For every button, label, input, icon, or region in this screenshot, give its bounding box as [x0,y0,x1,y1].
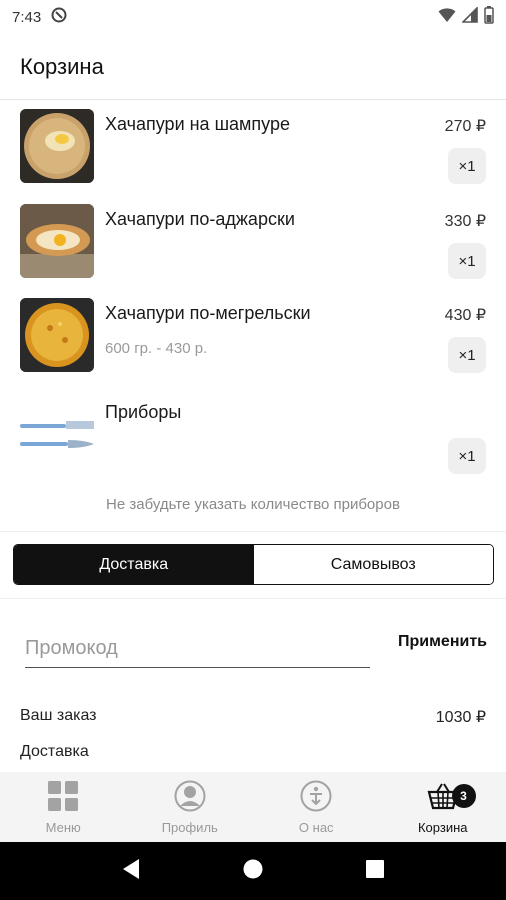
nav-label: Корзина [417,820,468,835]
khachapuri-megrelski-image [20,298,94,372]
cutlery-image [18,414,96,454]
item-price: 270 ₽ [444,118,486,135]
grid-icon [47,780,79,817]
nav-item-profile[interactable]: Профиль [127,772,254,842]
system-nav-bar [0,842,506,900]
bottom-nav: Меню Профиль О нас 3 Корзина [0,772,506,842]
apply-promo-button[interactable]: Применить [398,633,487,651]
quantity-button[interactable]: ×1 [448,438,486,474]
cart-item[interactable]: Хачапури на шампуре 270 ₽ ×1 [0,108,506,198]
divider [0,598,506,599]
cart-item[interactable]: Хачапури по-мегрельски 600 гр. - 430 р. … [0,297,506,387]
item-name: Приборы [105,402,182,422]
item-name: Хачапури по-мегрельски [105,303,311,323]
quantity-button[interactable]: ×1 [448,148,486,184]
delivery-toggle[interactable]: Доставка Самовывоз [13,544,494,585]
cutlery-hint: Не забудьте указать количество приборов [106,496,400,513]
cart-content[interactable]: Хачапури на шампуре 270 ₽ ×1 Хачапури по… [0,100,506,772]
nav-item-about[interactable]: О нас [253,772,380,842]
cart-item[interactable]: Хачапури по-аджарски 330 ₽ ×1 [0,203,506,293]
app-bar: Корзина [0,34,506,100]
item-price: 430 ₽ [444,307,486,324]
nav-label: Профиль [161,820,218,835]
item-price: 330 ₽ [444,213,486,230]
page-title: Корзина [20,53,104,79]
recents-icon[interactable] [365,859,385,884]
khachapuri-shampur-image [20,109,94,183]
nav-item-cart[interactable]: 3 Корзина [380,772,506,842]
cart-count-badge: 3 [451,784,476,808]
order-label: Ваш заказ [20,707,97,724]
nav-label: Меню [45,820,81,835]
pickup-option-button[interactable]: Самовывоз [253,545,493,584]
delivery-option-button[interactable]: Доставка [14,545,254,584]
cart-item-cutlery[interactable]: Приборы ×1 [0,396,506,486]
nav-item-menu[interactable]: Меню [0,772,127,842]
item-subtitle: 600 гр. - 430 р. [105,340,208,357]
item-name: Хачапури на шампуре [105,114,290,134]
about-icon [300,780,332,817]
delivery-row: Доставка [20,743,486,761]
back-icon[interactable] [121,858,141,885]
item-name: Хачапури по-аджарски [105,209,295,229]
battery-icon [484,6,494,28]
status-bar: 7:43 [0,0,506,34]
nav-label: О нас [298,820,334,835]
khachapuri-adjarski-image [20,204,94,278]
divider [0,531,506,532]
quantity-button[interactable]: ×1 [448,337,486,373]
wifi-icon [438,7,456,27]
signal-icon [461,6,478,27]
sync-icon [51,7,67,27]
order-value: 1030 ₽ [435,709,486,726]
quantity-button[interactable]: ×1 [448,243,486,279]
delivery-label: Доставка [20,743,89,760]
status-time: 7:43 [12,8,42,26]
home-icon[interactable] [242,858,264,885]
order-total-row: Ваш заказ 1030 ₽ [20,707,486,727]
promo-code-input[interactable] [25,630,370,668]
profile-icon [174,780,206,817]
